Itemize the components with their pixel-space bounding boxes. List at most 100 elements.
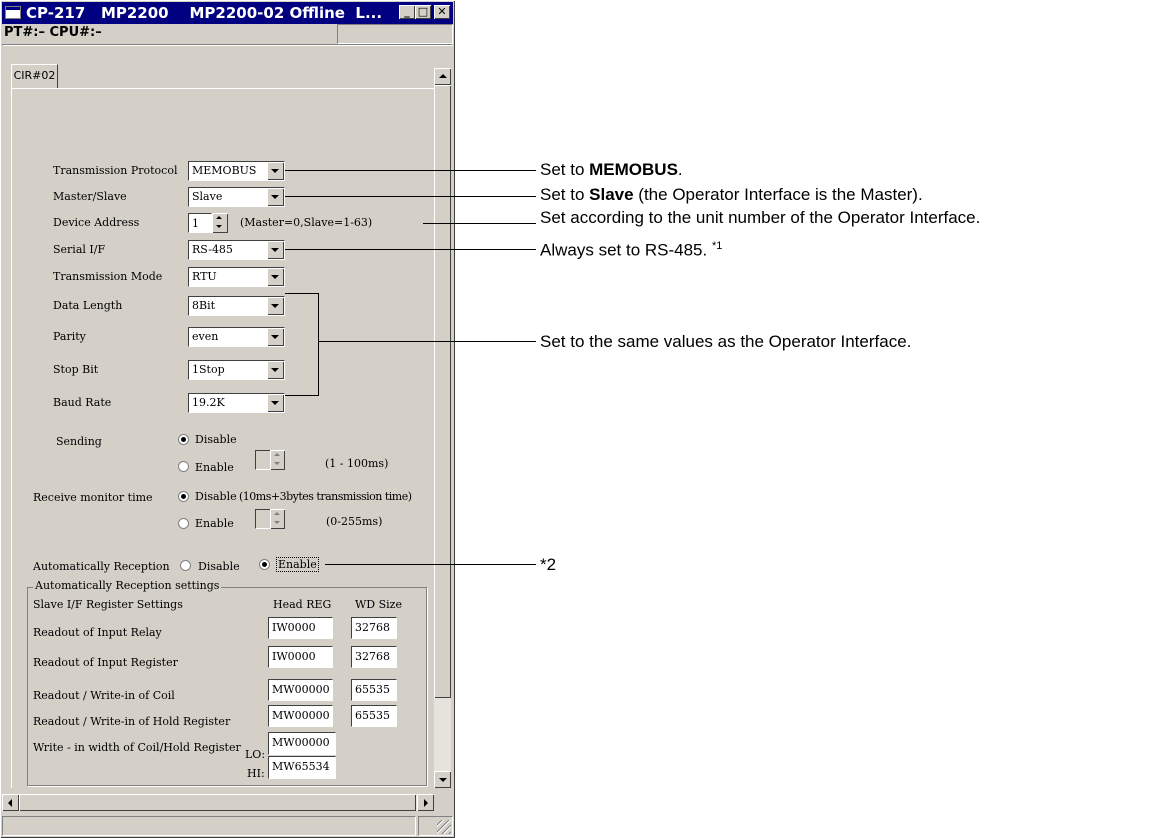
- annotation-text: Set to: [540, 185, 590, 204]
- serial-if-select[interactable]: RS-485: [188, 240, 285, 260]
- hi-input[interactable]: MW65534: [268, 756, 336, 779]
- annotation-master-slave: Set to Slave (the Operator Interface is …: [540, 185, 923, 205]
- lo-input[interactable]: MW00000: [268, 732, 336, 755]
- app-window: CP-217 MP2200 MP2200-02 Offline L... _ □…: [0, 0, 455, 838]
- sending-disable-label: Disable: [195, 433, 237, 446]
- receive-disable-radio[interactable]: [178, 491, 189, 502]
- resize-grip-icon[interactable]: [437, 820, 451, 834]
- arrow-up-icon: [439, 74, 447, 78]
- hi-value: MW65534: [272, 760, 330, 773]
- transmission-mode-label: Transmission Mode: [53, 270, 163, 283]
- head-reg-input[interactable]: IW0000: [268, 617, 333, 639]
- scroll-right-button[interactable]: [417, 794, 434, 811]
- chevron-down-icon[interactable]: [267, 328, 284, 346]
- hi-label: HI:: [247, 767, 265, 780]
- arrow-left-icon: [8, 799, 12, 807]
- serial-if-label: Serial I/F: [53, 243, 106, 256]
- wd-size-input[interactable]: 65535: [351, 705, 397, 727]
- annotation-bold: MEMOBUS: [589, 160, 678, 179]
- head-reg-input[interactable]: IW0000: [268, 646, 333, 668]
- wd-size-input[interactable]: 65535: [351, 679, 397, 701]
- slave-if-header: Slave I/F Register Settings: [33, 598, 183, 611]
- lo-label: LO:: [245, 748, 266, 761]
- transmission-mode-select[interactable]: RTU: [188, 267, 285, 287]
- annotation-bold: Slave: [589, 185, 634, 204]
- transmission-mode-value: RTU: [192, 270, 217, 283]
- chevron-down-icon[interactable]: [267, 162, 284, 180]
- wd-size-value: 65535: [355, 709, 390, 722]
- status-field: [337, 24, 453, 44]
- minimize-button[interactable]: _: [399, 5, 415, 19]
- scroll-left-button[interactable]: [2, 794, 19, 811]
- master-slave-label: Master/Slave: [53, 190, 127, 203]
- chevron-down-icon[interactable]: [267, 268, 284, 286]
- head-reg-value: MW00000: [272, 709, 330, 722]
- sending-enable-label: Enable: [195, 461, 234, 474]
- scroll-thumb[interactable]: [434, 85, 451, 698]
- row-label: Readout of Input Register: [33, 656, 178, 669]
- auto-disable-radio[interactable]: [180, 560, 191, 571]
- vertical-scrollbar[interactable]: [434, 68, 451, 788]
- wd-size-input[interactable]: 32768: [351, 617, 397, 639]
- receive-enable-radio[interactable]: [178, 518, 189, 529]
- stop-bit-label: Stop Bit: [53, 363, 99, 376]
- receive-enable-label: Enable: [195, 517, 234, 530]
- chevron-down-icon[interactable]: [267, 361, 284, 379]
- stop-bit-select[interactable]: 1Stop: [188, 360, 285, 380]
- sending-disable-radio[interactable]: [178, 434, 189, 445]
- wd-size-input[interactable]: 32768: [351, 646, 397, 668]
- device-address-hint: (Master=0,Slave=1-63): [240, 216, 373, 229]
- device-address-value: 1: [192, 217, 199, 230]
- receive-range: (0-255ms): [326, 515, 383, 528]
- master-slave-select[interactable]: Slave: [188, 187, 285, 207]
- sending-time-spinner[interactable]: [270, 450, 285, 470]
- h-scroll-thumb[interactable]: [19, 794, 416, 811]
- parity-select[interactable]: even: [188, 327, 285, 347]
- arrow-down-icon: [439, 778, 447, 782]
- device-address-spinner[interactable]: [212, 213, 228, 233]
- title-bar[interactable]: CP-217 MP2200 MP2200-02 Offline L...: [2, 2, 453, 24]
- baud-rate-label: Baud Rate: [53, 396, 112, 409]
- maximize-button[interactable]: □: [415, 5, 431, 19]
- leader-line: [285, 249, 536, 250]
- receive-monitor-label: Receive monitor time: [33, 491, 153, 504]
- bracket-line: [318, 293, 319, 395]
- transmission-protocol-label: Transmission Protocol: [53, 164, 178, 177]
- leader-line: [285, 196, 536, 197]
- head-reg-value: IW0000: [272, 650, 316, 663]
- transmission-protocol-select[interactable]: MEMOBUS: [188, 161, 285, 181]
- chevron-down-icon[interactable]: [267, 188, 284, 206]
- master-slave-value: Slave: [192, 190, 223, 203]
- sending-range: (1 - 100ms): [325, 457, 389, 470]
- receive-disable-label: Disable: [195, 490, 237, 503]
- chevron-down-icon[interactable]: [267, 297, 284, 315]
- wd-size-value: 32768: [355, 650, 390, 663]
- scroll-down-button[interactable]: [434, 771, 451, 788]
- scroll-up-button[interactable]: [434, 68, 451, 85]
- baud-rate-select[interactable]: 19.2K: [188, 393, 285, 413]
- status-text: PT#:– CPU#:–: [4, 25, 102, 40]
- sending-enable-radio[interactable]: [178, 461, 189, 472]
- head-reg-input[interactable]: MW00000: [268, 705, 333, 727]
- device-address-input[interactable]: 1: [188, 213, 212, 233]
- arrow-right-icon: [424, 799, 428, 807]
- chevron-down-icon[interactable]: [267, 394, 284, 412]
- statusbar-pane: [2, 816, 416, 836]
- auto-enable-radio[interactable]: [259, 559, 270, 570]
- annotation-text: Set to: [540, 160, 590, 179]
- close-button[interactable]: ✕: [434, 5, 450, 19]
- receive-monitor-note: (10ms+3bytes transmission time): [239, 490, 412, 503]
- divider: [2, 44, 453, 46]
- receive-time-spinner[interactable]: [270, 509, 285, 529]
- data-length-select[interactable]: 8Bit: [188, 296, 285, 316]
- chevron-down-icon[interactable]: [267, 241, 284, 259]
- sending-label: Sending: [56, 435, 102, 448]
- parity-label: Parity: [53, 330, 86, 343]
- head-reg-input[interactable]: MW00000: [268, 679, 333, 701]
- status-row: PT#:– CPU#:–: [2, 24, 453, 44]
- horizontal-scrollbar[interactable]: [2, 794, 434, 811]
- tab-cir02[interactable]: CIR#02: [11, 64, 58, 88]
- wd-size-value: 32768: [355, 621, 390, 634]
- annotation-same-values: Set to the same values as the Operator I…: [540, 332, 912, 351]
- stop-bit-value: 1Stop: [192, 363, 225, 376]
